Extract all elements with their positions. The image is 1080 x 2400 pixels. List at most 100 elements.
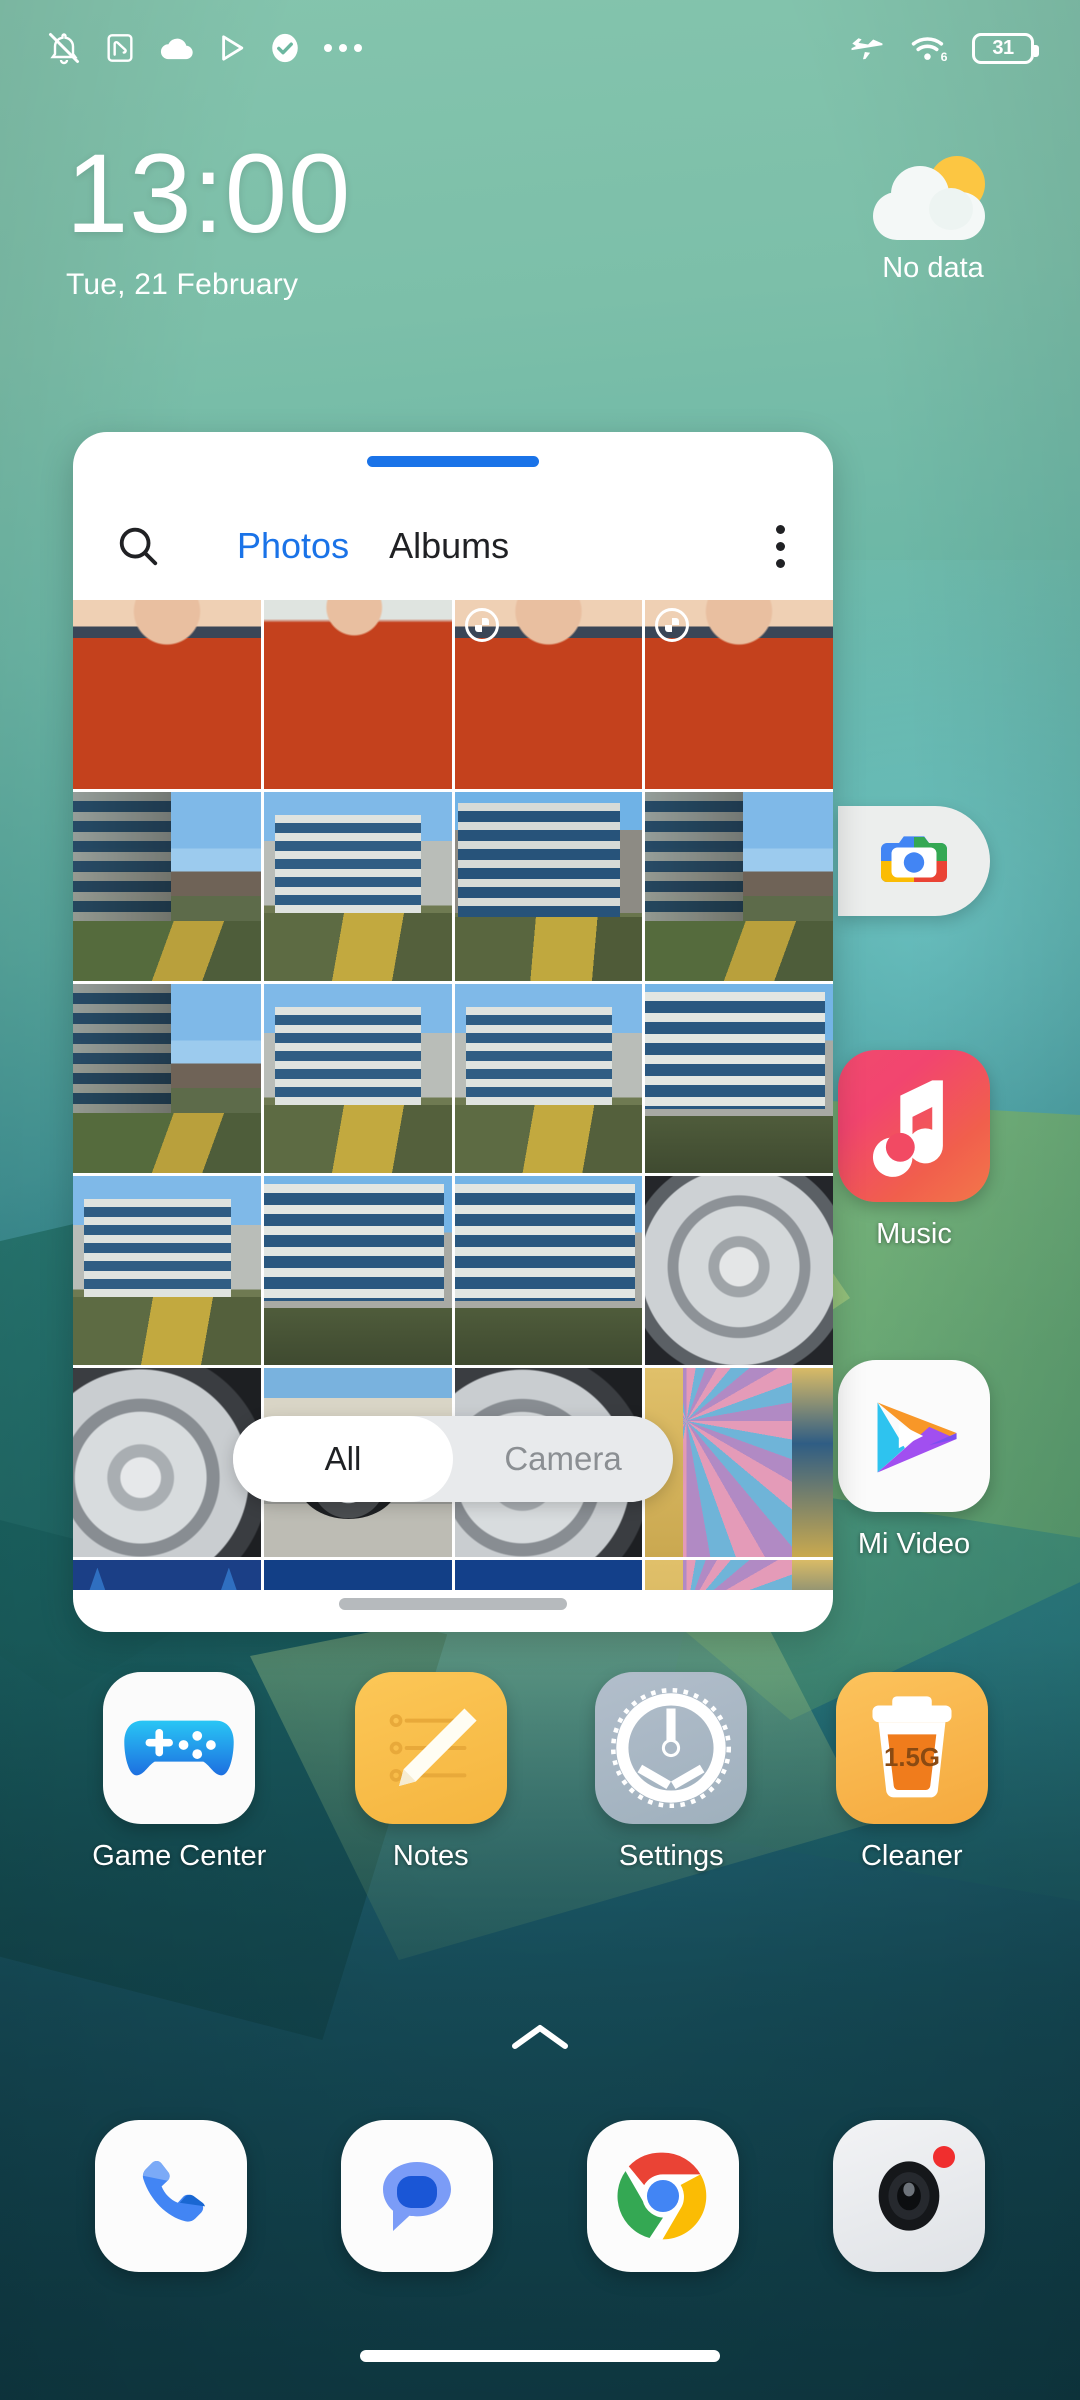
photo-thumbnail[interactable] xyxy=(263,792,452,981)
status-bar[interactable]: 6 31 xyxy=(0,0,1080,96)
widget-drag-handle[interactable] xyxy=(367,456,539,467)
home-gesture-bar[interactable] xyxy=(360,2350,720,2362)
dock-app-chrome[interactable] xyxy=(587,2120,739,2272)
photo-thumbnail[interactable] xyxy=(645,1176,833,1365)
gear-icon xyxy=(595,1672,748,1824)
app-icon-mi-video[interactable]: Mi Video xyxy=(838,1360,990,1561)
photo-thumbnail[interactable] xyxy=(454,792,643,981)
photo-thumbnail[interactable] xyxy=(73,1560,261,1590)
trash-bin-icon: 1.5G xyxy=(835,1672,988,1824)
photo-thumbnail[interactable] xyxy=(454,984,643,1173)
gear-glyph xyxy=(611,1687,732,1809)
dock xyxy=(0,2120,1080,2272)
battery-level-text: 31 xyxy=(992,37,1014,59)
weather-widget[interactable]: No data xyxy=(848,156,1018,285)
google-photos-icon xyxy=(838,806,990,916)
more-dots-icon xyxy=(324,44,362,52)
phone-glyph xyxy=(142,2161,205,2222)
camera-lens-icon xyxy=(833,2120,985,2272)
gamepad-glyph xyxy=(124,1720,234,1776)
hdr-aperture-badge-icon xyxy=(464,608,499,642)
airplane-mode-icon xyxy=(851,38,883,60)
app-row: Game Center Notes Settings 1.5G Cleaner xyxy=(0,1672,1080,1873)
app-icon-game-center[interactable]: Game Center xyxy=(92,1672,266,1873)
gallery-toolbar: Photos Albums xyxy=(73,492,833,600)
photo-thumbnail[interactable] xyxy=(263,984,452,1173)
app-icon-settings[interactable]: Settings xyxy=(595,1672,748,1873)
overflow-menu-icon[interactable] xyxy=(776,524,785,568)
music-note-icon xyxy=(838,1050,990,1202)
play-triangle-icon xyxy=(222,35,244,61)
photo-thumbnail[interactable] xyxy=(263,1560,452,1590)
widget-resize-bar[interactable] xyxy=(339,1598,567,1610)
app-icon-music[interactable]: Music xyxy=(838,1050,990,1251)
app-icon-photos[interactable] xyxy=(838,806,990,916)
filter-all[interactable]: All xyxy=(233,1416,453,1502)
weather-condition: No data xyxy=(882,252,984,284)
clock-widget[interactable]: 13:00 Tue, 21 February xyxy=(66,138,351,302)
silent-bell-icon xyxy=(49,33,79,65)
dock-app-messages[interactable] xyxy=(341,2120,493,2272)
app-label-settings: Settings xyxy=(618,1840,724,1872)
wifi-6-icon: 6 xyxy=(911,37,948,64)
clock-time: 13:00 xyxy=(66,131,352,256)
photo-thumbnail[interactable] xyxy=(454,600,643,789)
chrome-glyph xyxy=(617,2152,707,2240)
photo-thumbnail[interactable] xyxy=(73,600,261,789)
trash-bin-glyph: 1.5G xyxy=(872,1696,952,1798)
photos-camera-glyph xyxy=(881,836,947,882)
photo-thumbnail[interactable] xyxy=(645,984,833,1173)
gallery-tabs: Photos Albums xyxy=(237,525,509,567)
pencil-notes-icon xyxy=(354,1672,507,1824)
music-note-glyph xyxy=(872,1080,943,1177)
photo-thumbnail[interactable] xyxy=(645,792,833,981)
app-icon-notes[interactable]: Notes xyxy=(354,1672,507,1873)
app-label-music: Music xyxy=(876,1218,952,1250)
hdr-aperture-badge-icon xyxy=(655,608,690,642)
svg-text:6: 6 xyxy=(941,50,948,64)
photo-thumbnail[interactable] xyxy=(454,1560,643,1590)
photo-thumbnail[interactable] xyxy=(645,600,833,789)
mi-video-icon xyxy=(838,1360,990,1512)
filter-camera[interactable]: Camera xyxy=(453,1416,673,1502)
app-icon-cleaner[interactable]: 1.5G Cleaner xyxy=(835,1672,988,1873)
messages-glyph xyxy=(383,2162,451,2231)
photo-thumbnail[interactable] xyxy=(645,1368,833,1557)
camera-notification-badge xyxy=(933,2146,955,2168)
cloud-icon xyxy=(160,38,193,60)
phone-handset-icon xyxy=(95,2120,247,2272)
tab-photos[interactable]: Photos xyxy=(237,525,349,567)
photo-thumbnail[interactable] xyxy=(73,792,261,981)
gamepad-icon xyxy=(103,1672,256,1824)
speech-bubble-icon xyxy=(341,2120,493,2272)
chrome-icon xyxy=(587,2120,739,2272)
photo-thumbnail[interactable] xyxy=(73,984,261,1173)
nfc-icon xyxy=(107,34,133,62)
photo-thumbnail[interactable] xyxy=(454,1176,643,1365)
gallery-widget[interactable]: Photos Albums All Camera xyxy=(73,432,833,1632)
cleaner-size-badge: 1.5G xyxy=(884,1744,940,1772)
status-bar-right-icons: 6 31 xyxy=(848,31,1039,65)
clock-date: Tue, 21 February xyxy=(66,268,299,301)
photo-thumbnail[interactable] xyxy=(263,1176,452,1365)
check-circle-icon xyxy=(272,33,298,63)
battery-indicator: 31 xyxy=(972,32,1039,64)
pencil-glyph xyxy=(389,1708,477,1786)
app-label-mi-video: Mi Video xyxy=(857,1528,971,1560)
cloud-shape xyxy=(873,166,985,240)
dock-app-phone[interactable] xyxy=(95,2120,247,2272)
chevron-up-icon[interactable] xyxy=(509,2020,571,2054)
app-label-game-center: Game Center xyxy=(92,1840,267,1872)
app-label-cleaner: Cleaner xyxy=(860,1840,963,1872)
gallery-filter-segmented-control[interactable]: All Camera xyxy=(233,1416,673,1502)
photo-thumbnail[interactable] xyxy=(73,1176,261,1365)
photo-thumbnail[interactable] xyxy=(263,600,452,789)
tab-albums[interactable]: Albums xyxy=(389,525,509,567)
status-bar-left-icons xyxy=(46,30,362,66)
play-triangle-glyph xyxy=(877,1402,957,1473)
dock-app-camera[interactable] xyxy=(833,2120,985,2272)
photo-thumbnail[interactable] xyxy=(645,1560,833,1590)
sun-behind-cloud-icon xyxy=(873,156,993,242)
search-icon[interactable] xyxy=(115,523,161,569)
app-label-notes: Notes xyxy=(392,1840,469,1872)
